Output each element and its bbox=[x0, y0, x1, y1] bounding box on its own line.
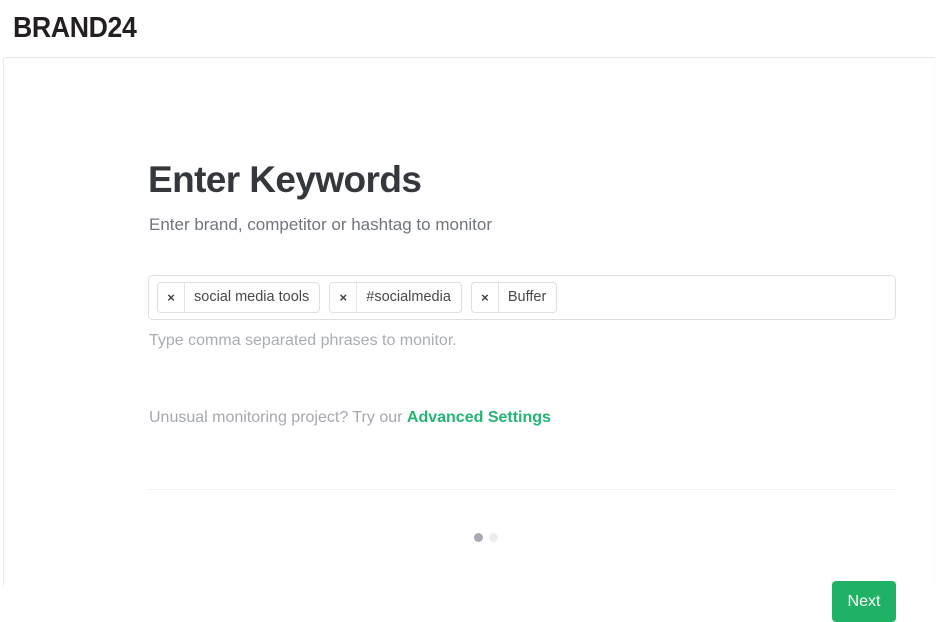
remove-keyword-icon[interactable]: × bbox=[330, 283, 358, 312]
step-dot-2[interactable] bbox=[489, 533, 498, 542]
page-right-border bbox=[934, 58, 935, 587]
keywords-hint: Type comma separated phrases to monitor. bbox=[149, 332, 457, 349]
page-subtitle: Enter brand, competitor or hashtag to mo… bbox=[149, 215, 493, 234]
keyword-entry-input[interactable] bbox=[566, 283, 887, 312]
step-dot-1[interactable] bbox=[474, 533, 483, 542]
page-title: Enter Keywords bbox=[148, 159, 422, 200]
keyword-tag[interactable]: × Buffer bbox=[470, 282, 558, 313]
advanced-settings-link[interactable]: Advanced Settings bbox=[407, 409, 551, 426]
keyword-tag[interactable]: × #socialmedia bbox=[329, 282, 462, 313]
keywords-input[interactable]: × social media tools × #socialmedia × Bu… bbox=[148, 275, 896, 320]
next-button[interactable]: Next bbox=[832, 581, 896, 622]
keyword-tag-label: social media tools bbox=[194, 289, 310, 306]
advanced-settings-row: Unusual monitoring project? Try our Adva… bbox=[149, 407, 551, 429]
keyword-tag-label: Buffer bbox=[507, 289, 547, 306]
remove-keyword-icon[interactable]: × bbox=[158, 283, 185, 312]
remove-keyword-icon[interactable]: × bbox=[471, 283, 499, 312]
footer-divider bbox=[148, 489, 897, 490]
advanced-settings-prefix: Unusual monitoring project? Try our bbox=[149, 409, 407, 426]
keyword-tag-label: #socialmedia bbox=[366, 289, 451, 306]
page-left-border bbox=[3, 58, 4, 587]
brand24-logo: BRAND24 bbox=[13, 12, 137, 44]
step-indicator bbox=[474, 533, 498, 542]
app-header: BRAND24 bbox=[0, 0, 942, 58]
keyword-tag[interactable]: × social media tools bbox=[157, 282, 321, 313]
header-divider bbox=[4, 57, 935, 58]
wizard-footer: Next bbox=[148, 513, 897, 622]
